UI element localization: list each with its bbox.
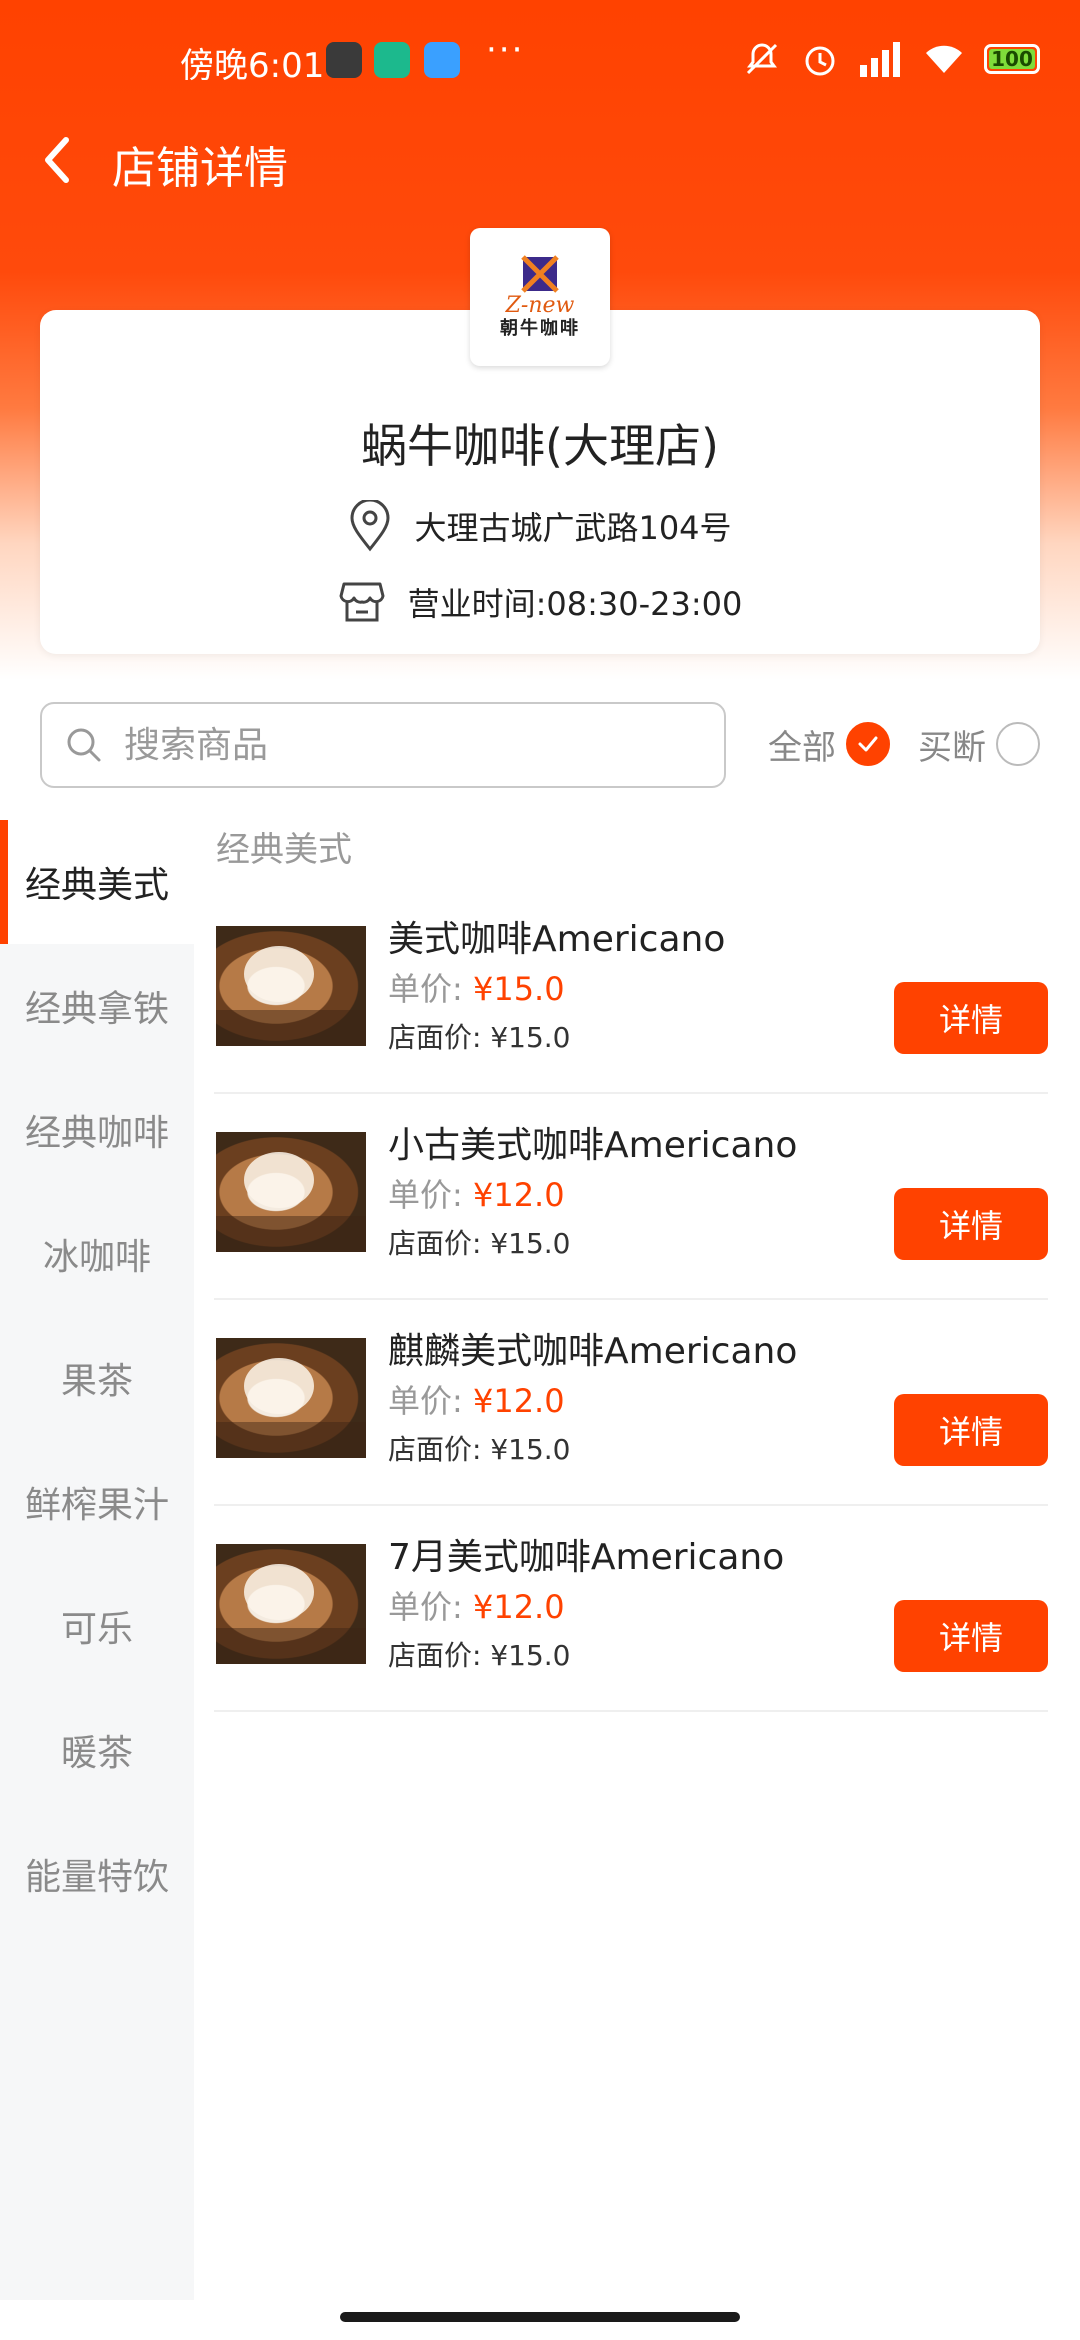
detail-button[interactable]: 详情 (894, 1600, 1048, 1672)
logo-script-text: Z-new (505, 293, 575, 318)
location-pin-icon (350, 500, 390, 552)
category-label: 可乐 (60, 1609, 133, 1650)
product-name: 美式咖啡Americano (388, 919, 726, 960)
filter-buyout-label: 买断 (918, 727, 986, 768)
category-label: 冰咖啡 (42, 1237, 151, 1278)
product-item[interactable]: 小古美式咖啡Americano 单价: ¥12.0 店面价: ¥15.0 详情 (214, 1094, 1048, 1300)
product-price: 单价: ¥12.0 (388, 1582, 565, 1628)
category-label: 鲜榨果汁 (24, 1485, 169, 1526)
cloud-app-icon (424, 42, 460, 78)
check-icon (858, 736, 878, 752)
status-bar: 傍晚6:01 ··· 100 (0, 0, 1080, 124)
product-price: 单价: ¥12.0 (388, 1376, 565, 1422)
battery-percent: 100 (991, 47, 1033, 71)
category-label: 经典咖啡 (24, 1113, 169, 1154)
shield-app-icon (374, 42, 410, 78)
product-item[interactable]: 美式咖啡Americano 单价: ¥15.0 店面价: ¥15.0 详情 (214, 888, 1048, 1094)
price-label: 单价: (388, 1382, 463, 1420)
battery-icon: 100 (984, 44, 1040, 74)
filter-all-label: 全部 (768, 727, 836, 768)
more-notifications-icon: ··· (486, 30, 525, 70)
product-image (216, 926, 366, 1046)
category-item[interactable]: 鲜榨果汁 (0, 1440, 194, 1564)
logo-text: 朝牛咖啡 (500, 318, 580, 339)
detail-button[interactable]: 详情 (894, 1188, 1048, 1260)
product-list: 美式咖啡Americano 单价: ¥15.0 店面价: ¥15.0 详情 小古… (214, 888, 1048, 1712)
store-price: 店面价: ¥15.0 (388, 1021, 571, 1054)
price-label: 单价: (388, 1588, 463, 1626)
store-address-row: 大理古城广武路104号 (40, 500, 1040, 552)
price-label: 单价: (388, 970, 463, 1008)
category-item[interactable]: 经典拿铁 (0, 944, 194, 1068)
page-header: 店铺详情 (0, 124, 1080, 198)
category-item[interactable]: 能量特饮 (0, 1812, 194, 1936)
category-label: 经典美式 (24, 865, 169, 906)
product-name: 7月美式咖啡Americano (388, 1537, 785, 1578)
category-label: 暖茶 (60, 1733, 133, 1774)
mute-icon (742, 39, 782, 79)
chevron-left-icon (45, 137, 69, 183)
category-item[interactable]: 可乐 (0, 1564, 194, 1688)
filter-buyout[interactable]: 买断 (918, 718, 1040, 770)
search-box[interactable] (40, 702, 726, 788)
filter-buyout-radio[interactable] (996, 722, 1040, 766)
store-price: 店面价: ¥15.0 (388, 1227, 571, 1260)
price-value: ¥12.0 (472, 1176, 565, 1214)
product-name: 麒麟美式咖啡Americano (388, 1331, 798, 1372)
home-indicator[interactable] (340, 2312, 740, 2322)
store-hours-row: 营业时间:08:30-23:00 (40, 578, 1040, 626)
search-icon (67, 728, 101, 762)
product-item[interactable]: 麒麟美式咖啡Americano 单价: ¥12.0 店面价: ¥15.0 详情 (214, 1300, 1048, 1506)
category-label: 能量特饮 (24, 1857, 169, 1898)
signal-icon (858, 39, 904, 79)
product-image (216, 1132, 366, 1252)
category-sidebar: 经典美式 经典拿铁 经典咖啡 冰咖啡 果茶 鲜榨果汁 可乐 暖茶 能量特饮 (0, 820, 194, 2300)
category-item[interactable]: 暖茶 (0, 1688, 194, 1812)
price-value: ¥15.0 (472, 970, 565, 1008)
product-price: 单价: ¥15.0 (388, 964, 565, 1010)
category-item[interactable]: 果茶 (0, 1316, 194, 1440)
filter-all[interactable]: 全部 (768, 718, 890, 770)
back-button[interactable] (30, 130, 90, 190)
wifi-icon (922, 39, 966, 79)
detail-button[interactable]: 详情 (894, 982, 1048, 1054)
store-price: 店面价: ¥15.0 (388, 1433, 571, 1466)
category-label: 经典拿铁 (24, 989, 169, 1030)
product-name: 小古美式咖啡Americano (388, 1125, 798, 1166)
page-title: 店铺详情 (112, 143, 288, 194)
store-price: 店面价: ¥15.0 (388, 1639, 571, 1672)
category-item[interactable]: 经典咖啡 (0, 1068, 194, 1192)
store-hours: 营业时间:08:30-23:00 (407, 585, 743, 623)
product-price: 单价: ¥12.0 (388, 1170, 565, 1216)
notification-app-icon (326, 42, 362, 78)
store-name: 蜗牛咖啡(大理店) (361, 419, 719, 473)
category-label: 果茶 (60, 1361, 133, 1402)
section-title: 经典美式 (216, 830, 352, 870)
status-time: 傍晚6:01 (180, 46, 325, 86)
product-image (216, 1338, 366, 1458)
alarm-icon (800, 39, 840, 79)
store-logo: Z-new 朝牛咖啡 (470, 228, 610, 366)
search-input[interactable] (124, 724, 684, 766)
product-image (216, 1544, 366, 1664)
category-item[interactable]: 冰咖啡 (0, 1192, 194, 1316)
filter-all-radio[interactable] (846, 722, 890, 766)
price-label: 单价: (388, 1176, 463, 1214)
store-address: 大理古城广武路104号 (414, 509, 732, 547)
product-item[interactable]: 7月美式咖啡Americano 单价: ¥12.0 店面价: ¥15.0 详情 (214, 1506, 1048, 1712)
price-value: ¥12.0 (472, 1588, 565, 1626)
category-item[interactable]: 经典美式 (0, 820, 194, 944)
brand-logo-icon (521, 255, 559, 293)
store-icon (339, 582, 385, 622)
price-value: ¥12.0 (472, 1382, 565, 1420)
detail-button[interactable]: 详情 (894, 1394, 1048, 1466)
